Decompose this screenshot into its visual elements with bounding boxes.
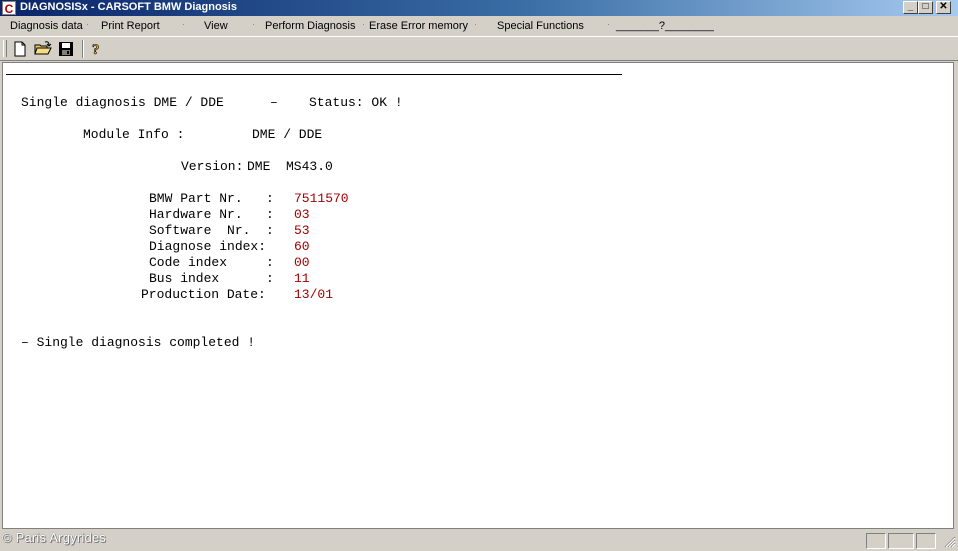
status-panel [888,533,914,549]
report-heading: Single diagnosis DME / DDE [21,95,224,110]
menu-separator: · [607,19,610,29]
resize-grip-icon[interactable] [944,536,956,548]
save-disk-icon[interactable] [57,40,75,58]
status-panel [866,533,886,549]
field-label-code-index: Code index : [149,255,274,270]
open-folder-icon[interactable] [34,40,52,58]
menu-separator: · [182,19,185,29]
menu-separator: · [86,19,89,29]
menu-special-functions[interactable]: Special Functions [497,20,584,32]
menu-separator: · [362,19,365,29]
menu-diagnosis-data[interactable]: Diagnosis data [10,20,83,32]
menu-help[interactable]: _______?________ [616,20,714,32]
new-file-icon[interactable] [11,40,29,58]
field-value-bus-index: 11 [294,271,310,286]
close-button[interactable]: ✕ [936,1,951,14]
window-title: DIAGNOSISx - CARSOFT BMW Diagnosis [20,1,237,13]
minimize-button[interactable]: _ [903,1,918,14]
module-info-label: Module Info : [83,127,185,142]
help-icon[interactable]: ? [87,40,105,59]
toolbar-separator [82,40,84,58]
menu-separator: · [252,19,255,29]
menu-view[interactable]: View [204,20,228,32]
status-text: Status: OK ! [309,95,403,110]
title-bar[interactable]: C DIAGNOSISx - CARSOFT BMW Diagnosis _ □… [0,0,958,16]
version-label: Version: [181,159,244,174]
menu-separator: · [474,19,477,29]
toolbar: ? [0,36,958,61]
module-info-value: DME / DDE [252,127,323,142]
svg-text:?: ? [92,42,100,58]
field-label-bmw-part-nr: BMW Part Nr. : [149,191,274,206]
diagnosis-report-panel: Single diagnosis DME / DDE – Status: OK … [2,62,954,529]
menu-erase-error-memory[interactable]: Erase Error memory [369,20,468,32]
app-icon[interactable]: C [2,1,16,16]
copyright-watermark: © Paris Argyrides [2,530,107,545]
status-panel [916,533,936,549]
field-value-code-index: 00 [294,255,310,270]
menu-perform-diagnosis[interactable]: Perform Diagnosis [265,20,355,32]
field-label-hardware-nr: Hardware Nr. : [149,207,274,222]
field-label-diagnose-index: Diagnose index: [149,239,267,254]
field-label-production-date: Production Date: [141,287,266,302]
field-value-diagnose-index: 60 [294,239,310,254]
field-value-hardware-nr: 03 [294,207,310,222]
field-label-bus-index: Bus index : [149,271,274,286]
menu-bar: Diagnosis data · Print Report · View · P… [0,17,958,36]
version-value: DME MS43.0 [247,159,333,174]
field-value-software-nr: 53 [294,223,310,238]
status-bar: © Paris Argyrides [0,529,958,550]
completion-message: – Single diagnosis completed ! [21,335,256,350]
menu-print-report[interactable]: Print Report [101,20,160,32]
field-value-production-date: 13/01 [294,287,334,302]
field-label-software-nr: Software Nr. : [149,223,274,238]
heading-dash: – [270,95,278,110]
maximize-button[interactable]: □ [918,1,933,14]
field-value-bmw-part-nr: 7511570 [294,191,349,206]
report-divider [6,74,622,75]
toolbar-grip[interactable] [3,40,7,57]
